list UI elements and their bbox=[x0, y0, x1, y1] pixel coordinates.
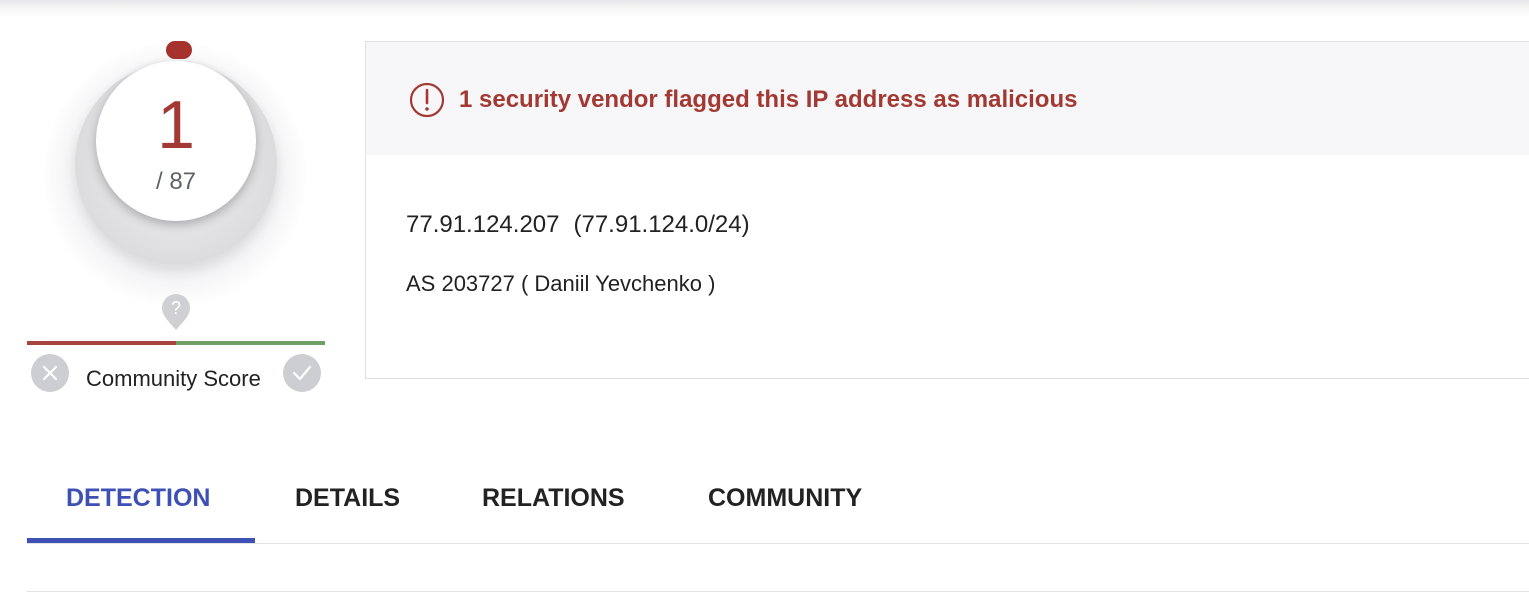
ip-summary-card: 1 security vendor flagged this IP addres… bbox=[365, 41, 1529, 379]
community-score-positive-bar bbox=[176, 341, 325, 345]
ip-address-line: 77.91.124.207 (77.91.124.0/24) bbox=[406, 210, 750, 240]
vote-malicious-button[interactable] bbox=[31, 354, 69, 392]
close-icon bbox=[42, 365, 58, 381]
community-score-label: Community Score bbox=[86, 366, 261, 391]
ip-address[interactable]: 77.91.124.207 bbox=[406, 211, 559, 238]
marker-glyph: ? bbox=[171, 298, 181, 318]
alert-message: 1 security vendor flagged this IP addres… bbox=[459, 86, 1078, 113]
tab-detection[interactable]: DETECTION bbox=[66, 482, 210, 514]
detection-score-gauge: 1 / 87 bbox=[30, 24, 320, 306]
content-divider bbox=[27, 591, 1529, 592]
tabs-divider bbox=[27, 543, 1529, 544]
malicious-count: 1 bbox=[157, 87, 195, 163]
community-score-negative-bar bbox=[27, 341, 176, 345]
asn-info[interactable]: AS 203727 ( Daniil Yevchenko ) bbox=[406, 270, 715, 298]
community-score-marker-icon: ? bbox=[160, 293, 192, 331]
tab-community[interactable]: COMMUNITY bbox=[708, 482, 862, 514]
tab-relations[interactable]: RELATIONS bbox=[482, 482, 625, 514]
vote-harmless-button[interactable] bbox=[283, 354, 321, 392]
alert-banner: 1 security vendor flagged this IP addres… bbox=[366, 42, 1529, 155]
check-icon bbox=[292, 365, 312, 381]
gauge-malicious-indicator bbox=[166, 41, 192, 59]
exclamation-circle-icon bbox=[409, 82, 445, 118]
top-shadow bbox=[0, 0, 1529, 18]
total-vendors: / 87 bbox=[155, 168, 197, 195]
tab-details[interactable]: DETAILS bbox=[295, 482, 400, 514]
ip-range[interactable]: (77.91.124.0/24) bbox=[573, 211, 749, 238]
